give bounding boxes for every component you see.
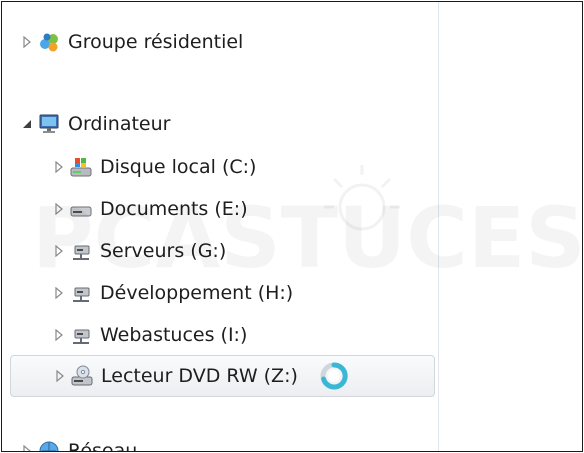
hard-drive-icon (70, 198, 92, 220)
collapse-arrow-icon[interactable] (20, 116, 34, 132)
tree-item-drive-g[interactable]: Serveurs (G:) (52, 231, 226, 271)
tree-item-label: Serveurs (G:) (100, 240, 227, 262)
tree-item-network[interactable]: Réseau (20, 431, 138, 452)
expand-arrow-icon[interactable] (52, 285, 66, 301)
tree-item-label: Réseau (68, 440, 138, 452)
tree-item-label: Webastuces (I:) (100, 324, 248, 346)
tree-item-label: Ordinateur (68, 113, 171, 135)
tree-item-label: Lecteur DVD RW (Z:) (101, 365, 298, 387)
expand-arrow-icon[interactable] (20, 34, 34, 50)
expand-arrow-icon[interactable] (20, 443, 34, 451)
tree-item-homegroup[interactable]: Groupe résidentiel (20, 22, 243, 62)
tree-item-drive-h[interactable]: Développement (H:) (52, 273, 293, 313)
network-icon (38, 440, 60, 451)
expand-arrow-icon[interactable] (52, 243, 66, 259)
navigation-pane: Groupe résidentiel Ordinateur Disque loc… (2, 2, 438, 451)
tree-item-drive-c[interactable]: Disque local (C:) (52, 147, 256, 187)
network-drive-icon (70, 324, 92, 346)
tree-item-label: Groupe résidentiel (68, 31, 244, 53)
tree-item-label: Développement (H:) (100, 282, 294, 304)
expand-arrow-icon[interactable] (52, 201, 66, 217)
network-drive-icon (70, 282, 92, 304)
tree-item-drive-z[interactable]: Lecteur DVD RW (Z:) (10, 355, 435, 397)
expand-arrow-icon[interactable] (52, 159, 66, 175)
expand-arrow-icon[interactable] (52, 327, 66, 343)
explorer-window: Groupe résidentiel Ordinateur Disque loc… (1, 1, 583, 452)
dvd-drive-icon (71, 365, 93, 387)
computer-icon (38, 113, 60, 135)
tree-item-label: Documents (E:) (100, 198, 248, 220)
tree-item-drive-e[interactable]: Documents (E:) (52, 189, 248, 229)
tree-item-computer[interactable]: Ordinateur (20, 104, 170, 144)
tree-item-label: Disque local (C:) (100, 156, 257, 178)
homegroup-icon (38, 31, 60, 53)
loading-spinner-icon (320, 362, 348, 390)
content-pane[interactable] (439, 2, 582, 451)
expand-arrow-icon[interactable] (53, 368, 67, 384)
network-drive-icon (70, 240, 92, 262)
system-drive-icon (70, 156, 92, 178)
tree-item-drive-i[interactable]: Webastuces (I:) (52, 315, 247, 355)
